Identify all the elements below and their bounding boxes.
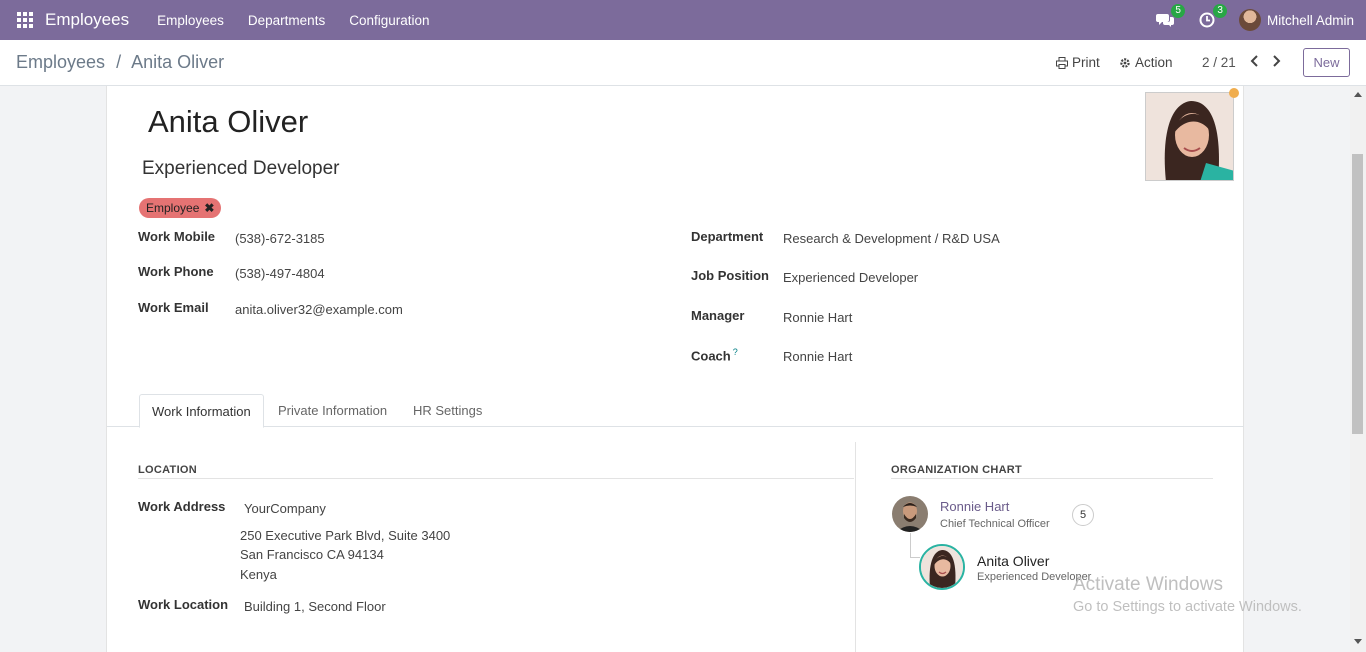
- work-phone-field[interactable]: (538)-497-4804: [235, 266, 325, 281]
- org-chart-divider: [891, 478, 1213, 479]
- address-line-3: Kenya: [240, 567, 277, 582]
- manager-job: Chief Technical Officer: [940, 518, 1050, 530]
- employee-photo[interactable]: [1145, 92, 1234, 181]
- new-button[interactable]: New: [1303, 48, 1350, 77]
- activate-windows-title: Activate Windows: [1073, 574, 1223, 595]
- printer-icon: [1056, 56, 1068, 69]
- control-panel: Employees / Anita Oliver Print Action 2 …: [0, 40, 1366, 86]
- department-label: Department: [691, 229, 764, 244]
- top-navbar: Employees Employees Departments Configur…: [0, 0, 1366, 40]
- employee-name[interactable]: Anita Oliver: [148, 104, 308, 140]
- manager-name[interactable]: Ronnie Hart: [940, 499, 1009, 514]
- employee-job-title[interactable]: Experienced Developer: [142, 158, 340, 180]
- job-position-label: Job Position: [691, 268, 769, 283]
- org-chart-title: ORGANIZATION CHART: [891, 464, 1023, 476]
- app-title[interactable]: Employees: [45, 10, 129, 30]
- employee-form-sheet: Anita Oliver Experienced Developer Emplo…: [106, 86, 1244, 652]
- coach-field[interactable]: Ronnie Hart: [783, 349, 852, 364]
- work-address-label: Work Address: [138, 499, 226, 514]
- work-mobile-label: Work Mobile: [138, 229, 216, 244]
- scroll-down-arrow-icon[interactable]: [1354, 639, 1362, 644]
- action-label: Action: [1135, 55, 1173, 70]
- presence-status-dot: [1229, 88, 1239, 98]
- address-line-2: San Francisco CA 94134: [240, 547, 384, 562]
- apps-grid-icon[interactable]: [17, 12, 33, 28]
- manager-avatar-image: [892, 496, 928, 532]
- print-label: Print: [1072, 55, 1100, 70]
- self-avatar-image: [921, 546, 963, 588]
- messages-count-badge: 5: [1171, 4, 1185, 18]
- user-avatar[interactable]: [1238, 9, 1261, 31]
- employee-photo-image: [1146, 93, 1233, 180]
- manager-avatar[interactable]: [892, 496, 928, 532]
- self-name: Anita Oliver: [977, 553, 1050, 569]
- remove-tag-icon[interactable]: ✖: [204, 201, 214, 215]
- work-address-company[interactable]: YourCompany: [244, 501, 326, 516]
- coach-label-text: Coach: [691, 348, 731, 364]
- work-mobile-field[interactable]: (538)-672-3185: [235, 231, 325, 246]
- pager-previous-icon[interactable]: [1249, 53, 1261, 69]
- tab-work-information[interactable]: Work Information: [139, 394, 264, 428]
- action-button[interactable]: Action: [1119, 55, 1173, 70]
- breadcrumb: Employees / Anita Oliver: [16, 52, 224, 73]
- org-chart-connector: [910, 533, 920, 558]
- breadcrumb-separator: /: [116, 52, 122, 72]
- location-divider: [138, 478, 854, 479]
- coach-label: Coach?: [691, 347, 738, 363]
- breadcrumb-current: Anita Oliver: [131, 52, 225, 72]
- address-line-1: 250 Executive Park Blvd, Suite 3400: [240, 528, 451, 543]
- coach-help-icon[interactable]: ?: [733, 347, 738, 357]
- activities-count-badge: 3: [1213, 4, 1227, 18]
- page-scrollbar[interactable]: [1350, 86, 1366, 652]
- clock-icon: [1199, 12, 1215, 28]
- self-avatar: [919, 544, 965, 590]
- work-location-field[interactable]: Building 1, Second Floor: [244, 599, 386, 614]
- messages-button[interactable]: 5: [1155, 4, 1185, 30]
- pager-next-icon[interactable]: [1270, 53, 1282, 69]
- menu-employees[interactable]: Employees: [157, 13, 224, 28]
- job-position-field[interactable]: Experienced Developer: [783, 270, 918, 285]
- subordinates-count[interactable]: 5: [1072, 504, 1094, 526]
- user-name[interactable]: Mitchell Admin: [1267, 13, 1354, 28]
- work-phone-label: Work Phone: [138, 264, 214, 279]
- activate-windows-subtitle: Go to Settings to activate Windows.: [1073, 599, 1302, 615]
- menu-configuration[interactable]: Configuration: [349, 13, 429, 28]
- gear-icon: [1120, 57, 1130, 68]
- location-section-title: LOCATION: [138, 464, 198, 476]
- menu-departments[interactable]: Departments: [248, 13, 325, 28]
- manager-field[interactable]: Ronnie Hart: [783, 310, 852, 325]
- department-field[interactable]: Research & Development / R&D USA: [783, 231, 1000, 246]
- breadcrumb-employees[interactable]: Employees: [16, 52, 105, 72]
- manager-label: Manager: [691, 308, 745, 323]
- activities-button[interactable]: 3: [1197, 4, 1227, 30]
- category-tag-label: Employee: [146, 201, 200, 215]
- work-location-label: Work Location: [138, 597, 229, 612]
- notebook-tabs: Work Information Private Information HR …: [107, 394, 1244, 428]
- work-email-label: Work Email: [138, 300, 209, 315]
- print-button[interactable]: Print: [1056, 55, 1100, 70]
- pager-value[interactable]: 2 / 21: [1202, 55, 1236, 70]
- category-tag[interactable]: Employee ✖: [139, 198, 222, 218]
- column-divider: [855, 442, 856, 652]
- tab-private-information[interactable]: Private Information: [266, 394, 399, 427]
- tab-hr-settings[interactable]: HR Settings: [401, 394, 494, 427]
- work-email-field[interactable]: anita.oliver32@example.com: [235, 302, 403, 317]
- scrollbar-thumb[interactable]: [1352, 154, 1363, 434]
- scroll-up-arrow-icon[interactable]: [1354, 92, 1362, 97]
